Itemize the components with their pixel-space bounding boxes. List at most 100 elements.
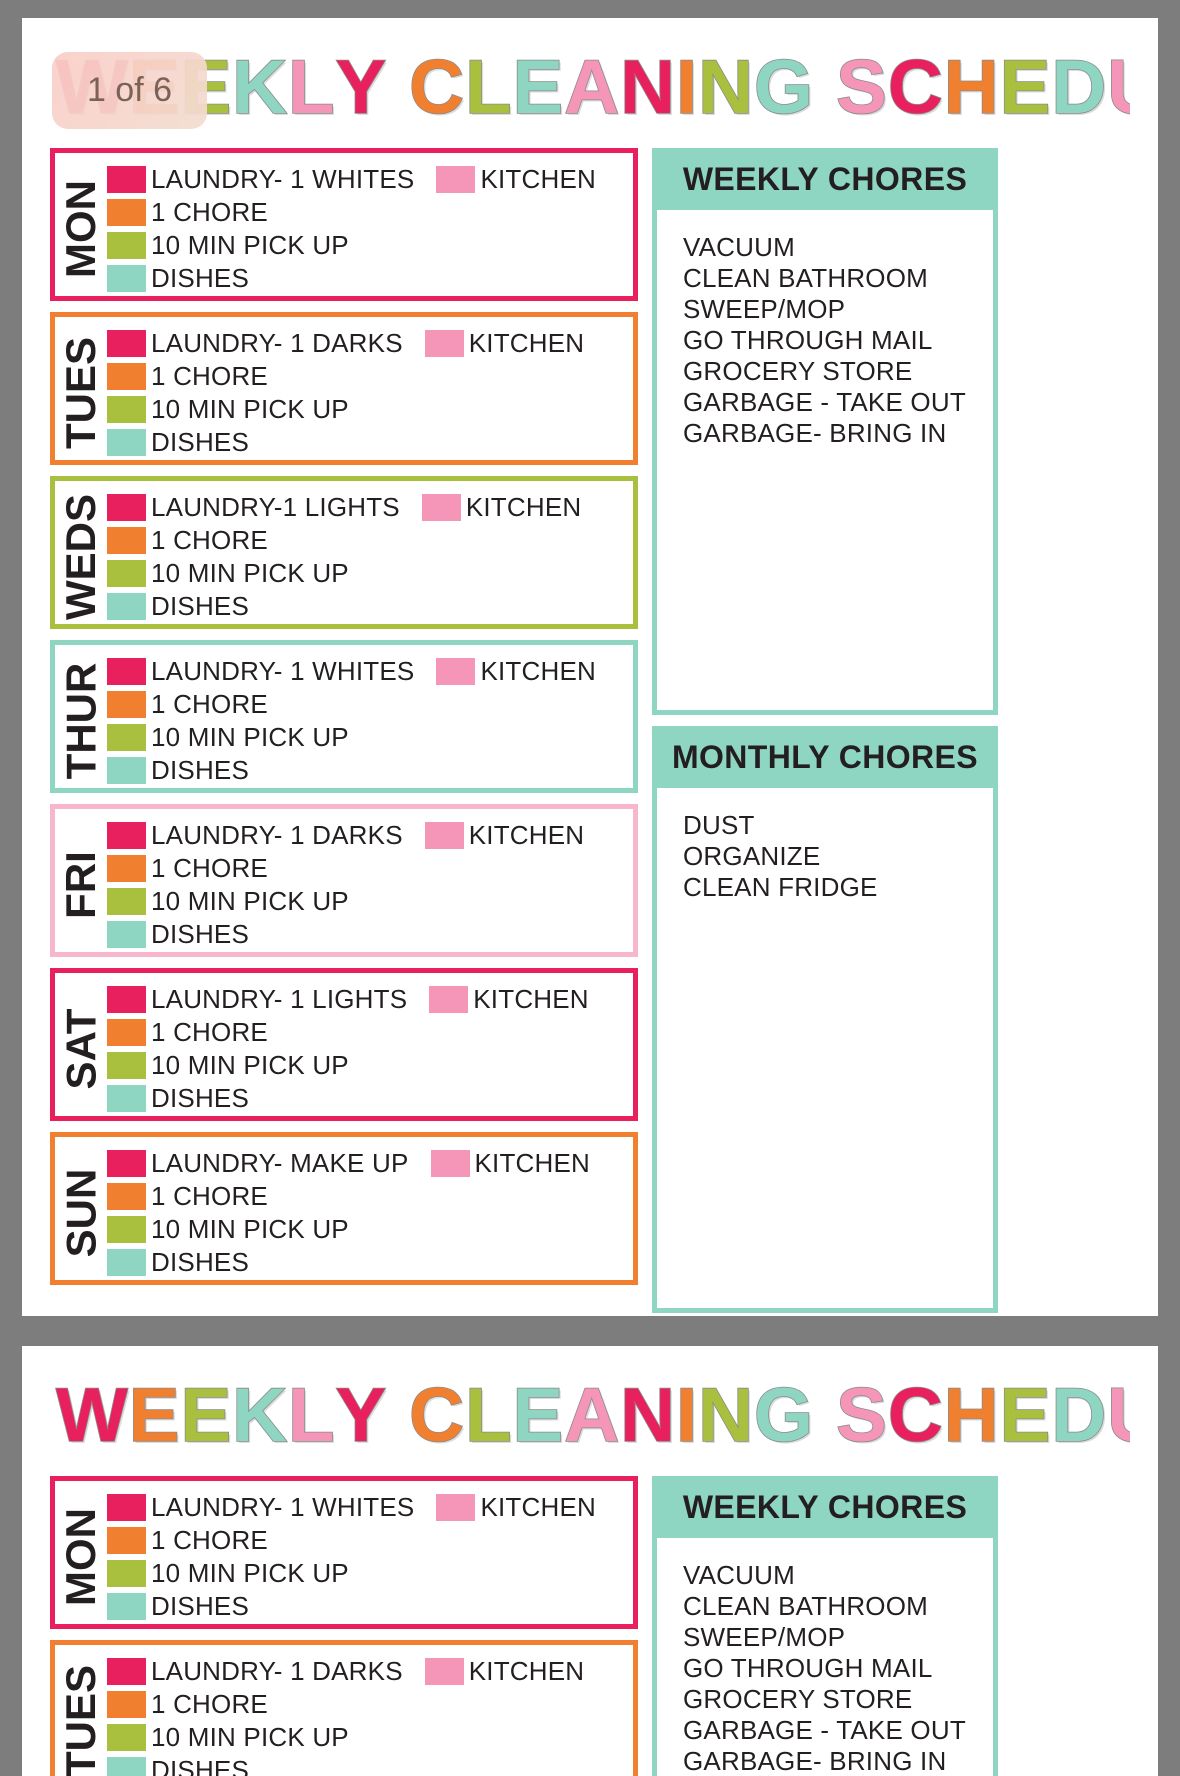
kitchen-block: KITCHEN [436, 1492, 596, 1523]
task-row: LAUNDRY- 1 DARKS KITCHEN [107, 819, 633, 852]
laundry-label: LAUNDRY-1 LIGHTS [151, 492, 400, 522]
page-indicator-label: 1 of 6 [86, 71, 173, 109]
weekly-chores-list-2: VACUUM CLEAN BATHROOM SWEEP/MOP GO THROUGH … [652, 1538, 998, 1776]
day-task-list: LAUNDRY- 1 WHITES KITCHEN 1 CHORE 10 MIN PI… [107, 652, 633, 787]
task-row: 10 MIN PICK UP [107, 1049, 633, 1082]
kitchen-swatch [429, 986, 469, 1013]
pickup-label: 10 MIN PICK UP [151, 722, 349, 752]
dishes-swatch [107, 757, 146, 784]
title-letter: C [887, 1372, 944, 1459]
title-letter [814, 42, 836, 134]
task-row: LAUNDRY- 1 DARKS KITCHEN [107, 327, 633, 360]
monthly-chores-panel-1: MONTHLY CHORES DUST ORGANIZE CLEAN FRIDGE [652, 726, 998, 1313]
day-card-fri: FRI LAUNDRY- 1 DARKS KITCHEN 1 CHORE 10 MIN … [50, 804, 638, 957]
task-row: DISHES [107, 1082, 633, 1115]
title-letter: I [675, 1372, 699, 1459]
kitchen-block: KITCHEN [424, 1656, 585, 1687]
chore-item: SWEEP/MOP [683, 294, 846, 324]
chore-label: 1 CHORE [151, 197, 268, 227]
chore-item: GARBAGE - TAKE OUT [683, 1715, 966, 1745]
chore-swatch [107, 691, 146, 718]
task-row: 1 CHORE [107, 360, 633, 393]
title-letter: E [512, 44, 565, 131]
title-letter: H [943, 1372, 1000, 1459]
day-label-text: THUR [57, 662, 104, 780]
task-row: LAUNDRY- MAKE UP KITCHEN [107, 1147, 633, 1180]
monthly-chores-heading: MONTHLY CHORES [671, 738, 979, 775]
dishes-label: DISHES [151, 1083, 250, 1113]
kitchen-swatch [424, 1658, 464, 1685]
title-letter: L [287, 1372, 336, 1459]
day-label: MON [55, 160, 107, 298]
task-row: DISHES [107, 262, 633, 295]
kitchen-label: KITCHEN [474, 1148, 591, 1178]
title-letter: Y [335, 44, 388, 131]
dishes-swatch [107, 265, 146, 292]
day-label-text: MON [57, 1508, 104, 1606]
kitchen-swatch [430, 1150, 470, 1177]
dishes-label: DISHES [151, 263, 250, 293]
day-card-sun: SUN LAUNDRY- MAKE UP KITCHEN 1 CHORE 10 MIN … [50, 1132, 638, 1285]
title-letter: N [619, 1372, 676, 1459]
chore-item: GARBAGE- BRING IN [683, 1746, 947, 1776]
chore-swatch [107, 1183, 146, 1210]
pickup-label: 10 MIN PICK UP [151, 1722, 349, 1752]
day-label: TUES [55, 1652, 107, 1776]
chore-swatch [107, 1691, 146, 1718]
day-label: WEDS [55, 488, 107, 626]
kitchen-swatch [424, 330, 464, 357]
pickup-swatch [107, 888, 146, 915]
task-row: 10 MIN PICK UP [107, 1721, 633, 1754]
weekly-chores-header-2: WEEKLY CHORES [652, 1476, 998, 1538]
day-label-text: WEDS [57, 494, 104, 620]
title-letter: K [231, 1372, 289, 1459]
day-task-list: LAUNDRY- 1 WHITES KITCHEN 1 CHORE 10 MIN PI… [107, 1488, 633, 1623]
kitchen-block: KITCHEN [429, 984, 589, 1015]
day-card-thur: THUR LAUNDRY- 1 WHITES KITCHEN 1 CHORE 10 MI… [50, 640, 638, 793]
title-letter: S [835, 44, 888, 131]
chore-label: 1 CHORE [151, 525, 268, 555]
dishes-label: DISHES [151, 755, 250, 785]
chore-item: GARBAGE - TAKE OUT [683, 387, 966, 417]
day-task-list: LAUNDRY-1 LIGHTS KITCHEN 1 CHORE 10 MIN PIC… [107, 488, 633, 623]
title-letter: W [55, 1372, 129, 1459]
dishes-label: DISHES [151, 919, 250, 949]
task-row: LAUNDRY- 1 DARKS KITCHEN [107, 1655, 633, 1688]
title-letter: Y [335, 1372, 388, 1459]
day-card-mon: MON LAUNDRY- 1 WHITES KITCHEN 1 CHORE 10 MIN… [50, 148, 638, 301]
task-row: 1 CHORE [107, 688, 633, 721]
pickup-swatch [107, 232, 146, 259]
pickup-swatch [107, 1216, 146, 1243]
day-label-text: SUN [57, 1168, 104, 1258]
document-page-1[interactable]: WEEKLY CLEANING SCHEDULE MONLAUNDRY- 1 W… [22, 18, 1158, 1316]
kitchen-label: KITCHEN [468, 328, 585, 358]
task-row: DISHES [107, 918, 633, 951]
kitchen-label: KITCHEN [480, 1492, 596, 1522]
pickup-label: 10 MIN PICK UP [151, 394, 349, 424]
weekly-chores-header: WEEKLY CHORES [652, 148, 998, 210]
task-row: 1 CHORE [107, 852, 633, 885]
task-row: 10 MIN PICK UP [107, 1557, 633, 1590]
document-page-2[interactable]: WEEKLY CLEANING SCHEDULE MONLAUNDRY- 1 W… [22, 1346, 1158, 1776]
kitchen-swatch [421, 494, 461, 521]
document-viewer[interactable]: WEEKLY CLEANING SCHEDULE MONLAUNDRY- 1 W… [0, 0, 1180, 1776]
task-row: 10 MIN PICK UP [107, 721, 633, 754]
task-row: LAUNDRY- 1 WHITES KITCHEN [107, 1491, 633, 1524]
title-letter: G [753, 44, 815, 131]
day-schedule-column-1: MON LAUNDRY- 1 WHITES KITCHEN 1 CHORE 10 MIN… [50, 148, 638, 1313]
task-row: LAUNDRY- 1 LIGHTS KITCHEN [107, 983, 633, 1016]
task-row: 10 MIN PICK UP [107, 885, 633, 918]
pickup-label: 10 MIN PICK UP [151, 886, 349, 916]
title-letter: N [619, 44, 676, 131]
laundry-swatch [107, 1658, 146, 1685]
task-row: 10 MIN PICK UP [107, 393, 633, 426]
kitchen-swatch [436, 1494, 476, 1521]
kitchen-label: KITCHEN [465, 492, 582, 522]
day-card-mon: MON LAUNDRY- 1 WHITES KITCHEN 1 CHORE 10 MIN… [50, 1476, 638, 1629]
task-row: 1 CHORE [107, 1180, 633, 1213]
chore-label: 1 CHORE [151, 1689, 268, 1719]
chore-item: VACUUM [683, 1560, 795, 1590]
day-label-text: FRI [57, 851, 104, 919]
day-label-text: TUES [57, 1664, 105, 1776]
laundry-label: LAUNDRY- MAKE UP [151, 1148, 409, 1178]
